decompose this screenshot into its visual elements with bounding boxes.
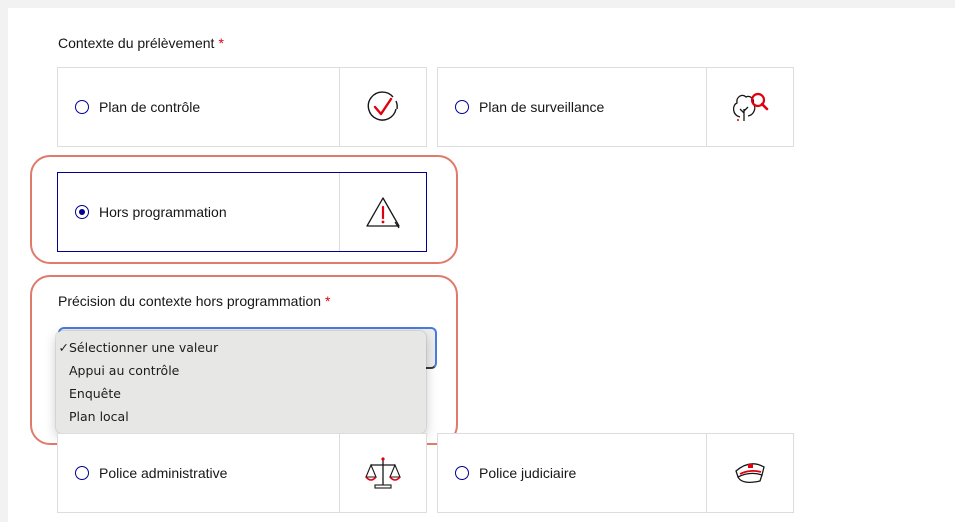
dropdown-option-label: Sélectionner une valeur <box>69 340 219 355</box>
radio-police-administrative[interactable] <box>75 466 89 480</box>
tile-hors-programmation[interactable]: Hors programmation <box>57 172 427 252</box>
tile-plan-controle[interactable]: Plan de contrôle <box>57 67 427 147</box>
dropdown-option-selected[interactable]: ✓ Sélectionner une valeur <box>56 336 426 359</box>
tile-police-administrative-main[interactable]: Police administrative <box>58 434 339 512</box>
precision-field-label: Précision du contexte hors programmation… <box>58 293 330 309</box>
context-field-label-text: Contexte du prélèvement <box>58 35 215 51</box>
precision-select-dropdown[interactable]: ✓ Sélectionner une valeur Appui au contrô… <box>56 331 426 433</box>
checkmark-circle-icon <box>339 68 426 146</box>
tile-plan-controle-label: Plan de contrôle <box>99 99 201 115</box>
tile-plan-surveillance-label: Plan de surveillance <box>479 99 605 115</box>
tree-magnifier-icon <box>706 68 793 146</box>
radio-hors-programmation[interactable] <box>75 205 89 219</box>
tile-hors-programmation-label: Hors programmation <box>99 204 227 220</box>
tile-plan-surveillance-main[interactable]: Plan de surveillance <box>438 68 706 146</box>
tile-police-judiciaire-label: Police judiciaire <box>479 465 577 481</box>
tile-police-judiciaire-main[interactable]: Police judiciaire <box>438 434 706 512</box>
tile-plan-surveillance[interactable]: Plan de surveillance <box>437 67 794 147</box>
dropdown-option-plan-local[interactable]: Plan local <box>56 405 426 428</box>
dropdown-option-appui[interactable]: Appui au contrôle <box>56 359 426 382</box>
tile-police-judiciaire[interactable]: Police judiciaire <box>437 433 794 513</box>
tile-plan-controle-main[interactable]: Plan de contrôle <box>58 68 339 146</box>
precision-field-label-text: Précision du contexte hors programmation <box>58 293 322 309</box>
police-cap-icon <box>706 434 793 512</box>
required-mark: * <box>325 293 331 309</box>
tile-hors-programmation-main[interactable]: Hors programmation <box>58 173 339 251</box>
tile-police-administrative-label: Police administrative <box>99 465 228 481</box>
page: Contexte du prélèvement * Plan de contrôl… <box>8 8 955 522</box>
radio-police-judiciaire[interactable] <box>455 466 469 480</box>
check-icon: ✓ <box>58 340 69 355</box>
scales-icon <box>339 434 426 512</box>
dropdown-option-enquete[interactable]: Enquête <box>56 382 426 405</box>
required-mark: * <box>218 35 224 51</box>
context-field-label: Contexte du prélèvement * <box>58 35 224 51</box>
radio-plan-surveillance[interactable] <box>455 100 469 114</box>
warning-triangle-icon <box>339 173 426 251</box>
radio-plan-controle[interactable] <box>75 100 89 114</box>
tile-police-administrative[interactable]: Police administrative <box>57 433 427 513</box>
